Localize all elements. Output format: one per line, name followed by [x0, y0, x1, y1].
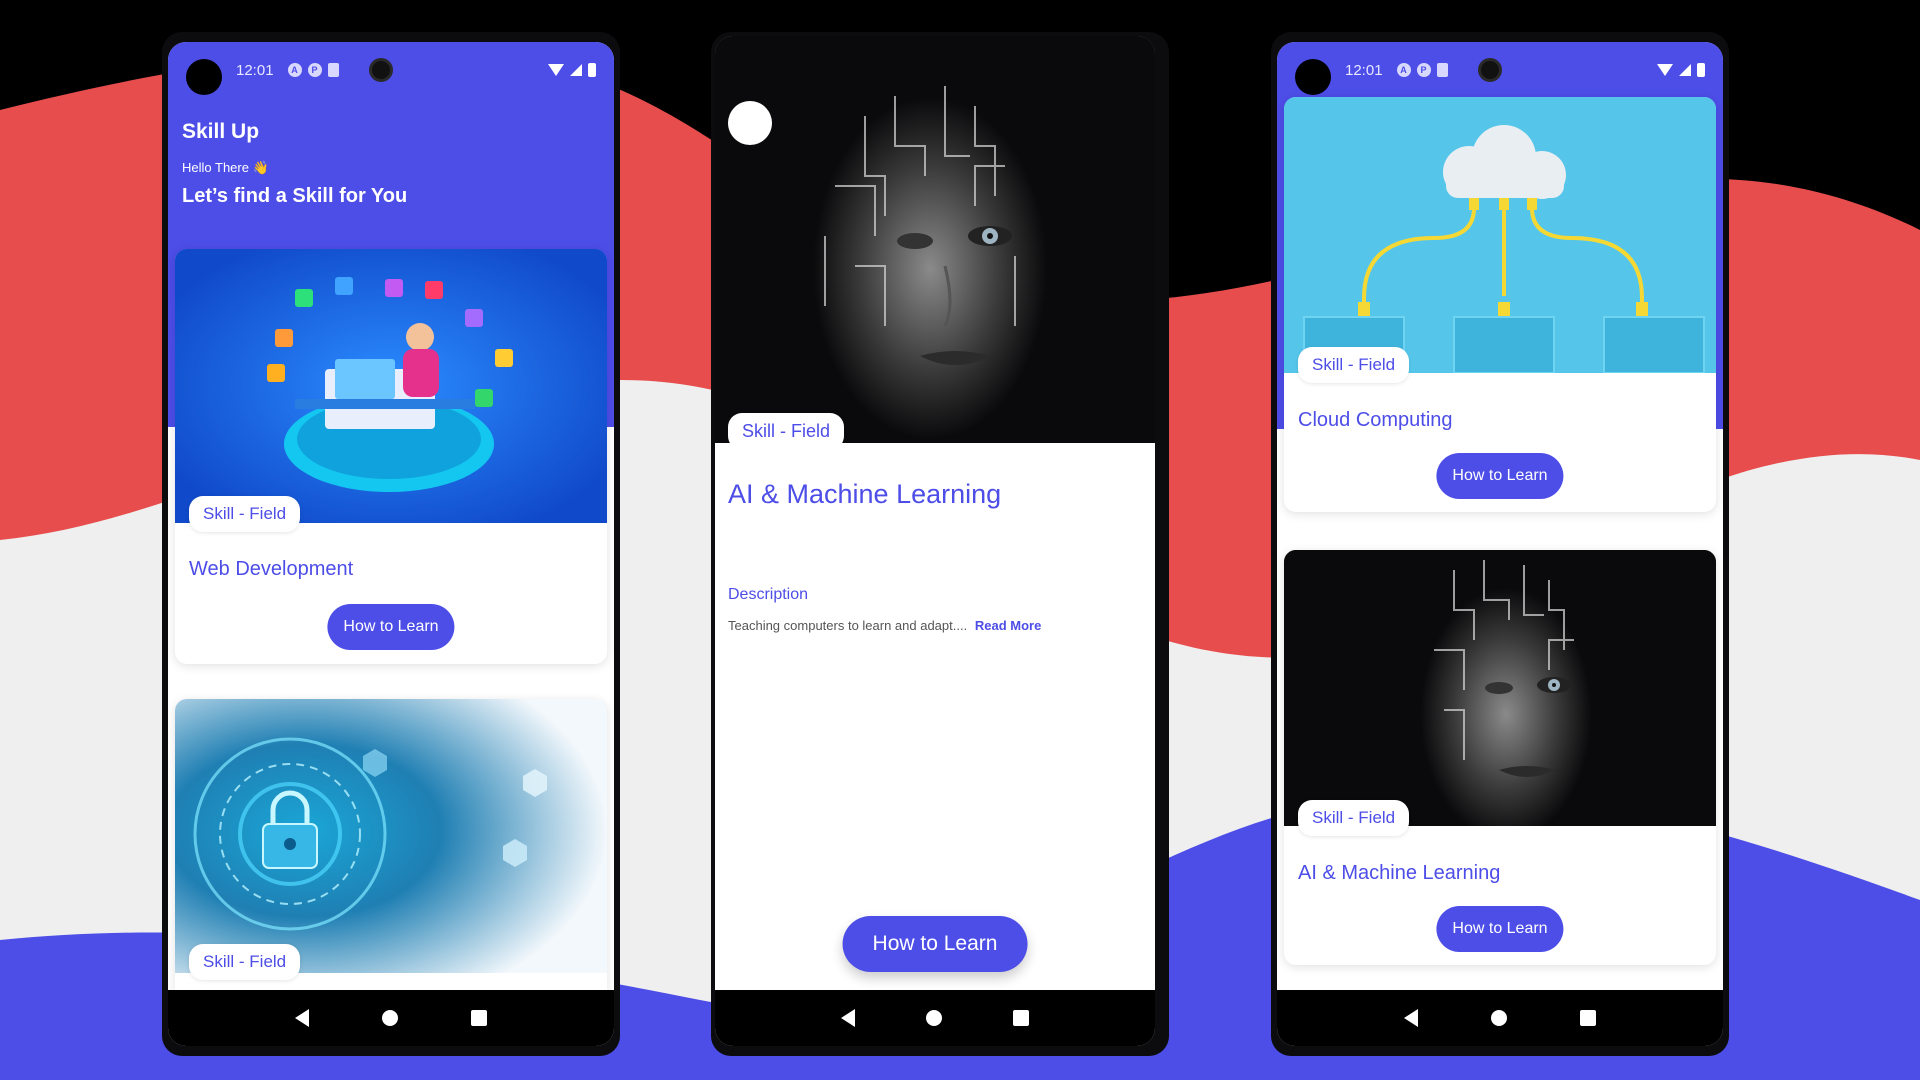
front-camera-icon — [1477, 58, 1502, 82]
skill-field-chip: Skill - Field — [189, 496, 301, 532]
skill-card-cyber-security[interactable]: Skill - Field — [175, 699, 607, 1029]
system-navigation-bar — [1277, 990, 1723, 1046]
skill-card-web-development[interactable]: Skill - Field Web Development How to Lea… — [175, 249, 607, 664]
notification-icon: A — [287, 63, 302, 77]
ai-face-circuit-illustration — [715, 36, 1155, 443]
recent-apps-icon[interactable] — [471, 1010, 488, 1026]
recent-apps-icon[interactable] — [1580, 1010, 1597, 1026]
sd-card-icon — [1436, 63, 1448, 77]
card-title: AI & Machine Learning — [1298, 862, 1501, 884]
how-to-learn-button[interactable]: How to Learn — [1436, 453, 1564, 499]
skill-field-chip: Skill - Field — [189, 944, 301, 980]
back-icon[interactable] — [840, 1009, 855, 1027]
how-to-learn-button[interactable]: How to Learn — [842, 916, 1028, 972]
back-icon[interactable] — [1403, 1009, 1418, 1027]
phone-detail-screen: Skill - Field AI & Machine Learning Desc… — [711, 32, 1169, 1056]
notification-icon: A — [1396, 63, 1411, 77]
ai-face-circuit-illustration — [1284, 550, 1716, 826]
description-label: Description — [728, 586, 809, 603]
system-navigation-bar — [168, 990, 614, 1046]
skill-field-chip: Skill - Field — [728, 413, 845, 450]
phone2-screen: Skill - Field AI & Machine Learning Desc… — [715, 36, 1155, 1046]
signal-icon — [1679, 64, 1691, 76]
greeting-text: Hello There 👋 — [182, 160, 269, 175]
status-time: 12:01 — [236, 61, 274, 79]
read-more-link[interactable]: Read More — [975, 618, 1041, 633]
description-body: Teaching computers to learn and adapt...… — [728, 618, 968, 633]
status-time: 12:01 — [1345, 61, 1383, 79]
how-to-learn-button[interactable]: How to Learn — [327, 604, 455, 650]
web-development-illustration — [175, 249, 607, 523]
recent-apps-icon[interactable] — [1013, 1010, 1030, 1026]
app-title: Skill Up — [182, 120, 260, 143]
notification-icon: P — [307, 63, 322, 77]
card-title: Web Development — [189, 558, 354, 580]
skill-card-cloud-computing[interactable]: Skill - Field Cloud Computing How to Lea… — [1284, 97, 1716, 512]
system-navigation-bar — [715, 990, 1155, 1046]
signal-icon — [570, 64, 582, 76]
notification-icon: P — [1416, 63, 1431, 77]
back-button[interactable] — [728, 101, 772, 145]
front-camera-icon — [368, 58, 393, 82]
phone1-screen: 12:01 A P Skill Up Hello There 👋 Let’s f… — [168, 42, 614, 1046]
skill-field-chip: Skill - Field — [1298, 800, 1410, 836]
tagline: Let’s find a Skill for You — [182, 185, 408, 207]
description-text: Teaching computers to learn and adapt...… — [728, 618, 1041, 633]
sd-card-icon — [327, 63, 339, 77]
camera-icon — [186, 59, 222, 95]
skill-card-ai-machine-learning[interactable]: Skill - Field AI & Machine Learning How … — [1284, 550, 1716, 965]
status-bar: 12:01 A P — [168, 42, 614, 98]
home-icon[interactable] — [925, 1010, 942, 1026]
phone-list-screen: 12:01 A P Skill - Field Cloud Computing … — [1271, 32, 1729, 1056]
status-bar: 12:01 A P — [1277, 42, 1723, 98]
battery-icon — [1697, 63, 1705, 77]
how-to-learn-button[interactable]: How to Learn — [1436, 906, 1564, 952]
skill-field-chip: Skill - Field — [1298, 347, 1410, 383]
home-icon[interactable] — [1490, 1010, 1507, 1026]
home-icon[interactable] — [381, 1010, 398, 1026]
card-title: Cloud Computing — [1298, 409, 1453, 431]
battery-icon — [588, 63, 596, 77]
wifi-icon — [1657, 64, 1673, 76]
phone3-screen: 12:01 A P Skill - Field Cloud Computing … — [1277, 42, 1723, 1046]
skill-title: AI & Machine Learning — [728, 479, 1002, 509]
phone-home-screen: 12:01 A P Skill Up Hello There 👋 Let’s f… — [162, 32, 620, 1056]
wifi-icon — [548, 64, 564, 76]
back-icon[interactable] — [294, 1009, 309, 1027]
camera-icon — [1295, 59, 1331, 95]
cyber-security-lock-illustration — [175, 699, 607, 973]
cloud-network-illustration — [1284, 97, 1716, 373]
